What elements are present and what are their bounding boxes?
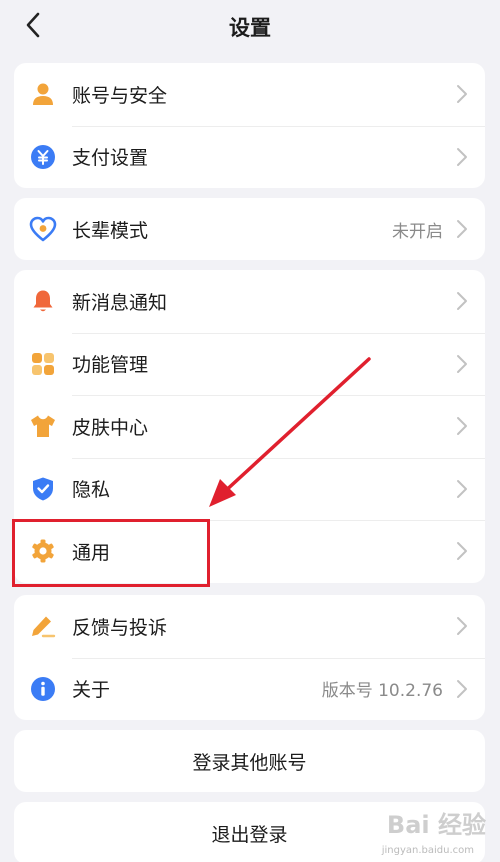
settings-item-label: 皮肤中心 [72,416,149,439]
settings-group-account: 账号与安全 支付设置 [14,63,485,188]
settings-item-skin-center[interactable]: 皮肤中心 [14,395,485,458]
settings-item-label: 长辈模式 [72,219,149,242]
watermark-url: jingyan.baidu.com [381,845,474,856]
highlight-box [12,519,210,587]
settings-item-account-security[interactable]: 账号与安全 [14,63,485,126]
settings-item-value: 未开启 [392,221,443,242]
pencil-icon [29,612,57,640]
watermark-logo: Bai 经验 [386,811,486,839]
shield-icon [29,475,57,503]
settings-item-label: 功能管理 [72,354,149,377]
chevron-right-icon [457,292,467,311]
shirt-icon [29,412,57,440]
settings-item-privacy[interactable]: 隐私 [14,457,485,521]
info-icon [29,675,57,703]
settings-item-notifications[interactable]: 新消息通知 [14,270,485,333]
chevron-right-icon [457,617,467,636]
chevron-right-icon [457,147,467,166]
settings-item-label: 新消息通知 [72,291,168,314]
bell-icon [29,287,57,315]
settings-item-label: 反馈与投诉 [72,616,168,639]
settings-group-elder: 长辈模式 未开启 [14,198,485,260]
settings-item-payment[interactable]: 支付设置 [14,125,485,189]
switch-account-button[interactable]: 登录其他账号 [14,730,485,792]
chevron-right-icon [457,542,467,561]
chevron-right-icon [457,479,467,498]
version-value: 版本号 10.2.76 [321,681,443,702]
settings-item-label: 隐私 [72,479,111,502]
settings-item-feature-management[interactable]: 功能管理 [14,332,485,396]
chevron-right-icon [457,679,467,698]
settings-group-about: 反馈与投诉 关于 版本号 10.2.76 [14,595,485,720]
chevron-right-icon [457,417,467,436]
settings-item-about[interactable]: 关于 版本号 10.2.76 [14,657,485,721]
chevron-right-icon [457,220,467,239]
settings-item-feedback[interactable]: 反馈与投诉 [14,595,485,658]
settings-item-elder-mode[interactable]: 长辈模式 未开启 [14,198,485,260]
nav-bar: 设置 [0,0,500,50]
chevron-right-icon [457,354,467,373]
heart-icon [29,215,57,243]
settings-item-label: 账号与安全 [72,84,168,107]
person-icon [29,80,57,108]
settings-item-label: 支付设置 [72,147,149,170]
page-title: 设置 [229,16,271,40]
chevron-right-icon [457,85,467,104]
settings-item-label: 关于 [72,679,111,702]
grid-icon [29,350,57,378]
yuan-icon [29,143,57,171]
